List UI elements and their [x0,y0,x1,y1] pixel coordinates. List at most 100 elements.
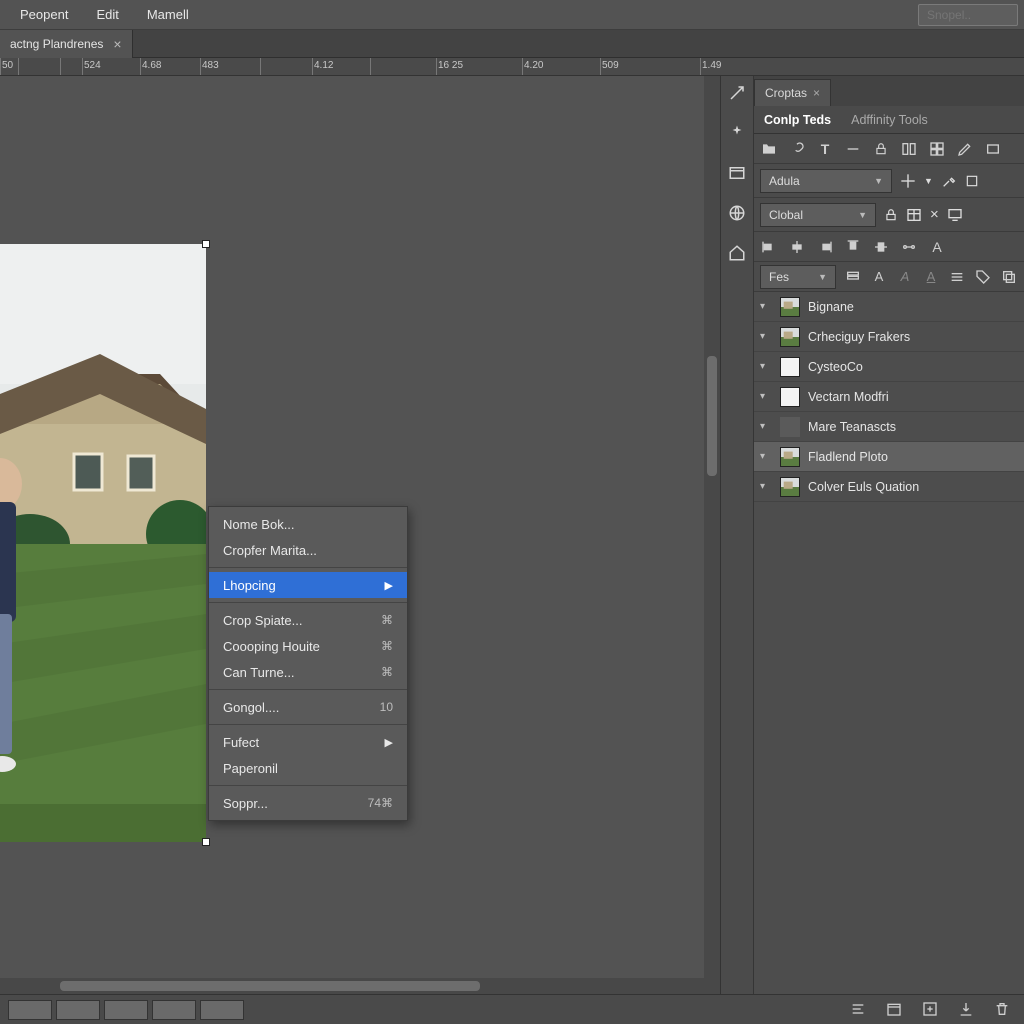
underline-a-icon[interactable]: A [922,268,940,286]
layer-row[interactable]: ▾CysteoCo [754,352,1024,382]
horizontal-scrollbar[interactable] [0,978,704,994]
align-icon[interactable] [850,1001,868,1019]
close-icon[interactable]: × [813,86,820,100]
layer-visibility-toggle[interactable]: ▾ [760,421,772,432]
subtab-2[interactable]: Adffinity Tools [841,106,938,133]
context-menu-item[interactable]: Paperonil [209,755,407,781]
status-thumb[interactable] [56,1000,100,1020]
text-a-icon[interactable]: A [870,268,888,286]
scrollbar-thumb[interactable] [60,981,480,991]
subtab-1[interactable]: Conlp Teds [754,106,841,133]
ruler-tick-label: 50 [2,60,13,71]
layer-row[interactable]: ▾Bignane [754,292,1024,322]
ruler-tick-label: 16 25 [438,60,463,71]
columns-icon[interactable] [900,140,918,158]
eyedropper-icon[interactable] [941,173,957,189]
status-actions [768,995,1024,1024]
align-right-icon[interactable] [816,238,834,256]
scrollbar-thumb[interactable] [707,356,717,476]
context-menu-item[interactable]: Crop Spiate...⌘ [209,607,407,633]
menu-item-1[interactable]: Edit [82,3,132,26]
crosshair-icon[interactable] [900,173,916,189]
ruler-tick [82,58,83,76]
panel-tab-primary[interactable]: Croptas × [754,79,831,106]
chevron-down-icon[interactable]: ▼ [924,176,933,186]
panel-tab-label: Croptas [765,86,807,100]
stack-icon[interactable] [844,268,862,286]
vertical-scrollbar[interactable] [704,76,720,994]
table-icon[interactable] [906,207,922,223]
layer-visibility-toggle[interactable]: ▾ [760,391,772,402]
close-icon[interactable]: × [113,37,121,51]
italic-a-icon[interactable]: A [896,268,914,286]
layer-visibility-toggle[interactable]: ▾ [760,301,772,312]
menu-item-2[interactable]: Mamell [133,3,203,26]
layer-visibility-toggle[interactable]: ▾ [760,361,772,372]
align-top-icon[interactable] [844,238,862,256]
download-icon[interactable] [958,1001,976,1019]
tag-icon[interactable] [974,268,992,286]
status-thumb[interactable] [152,1000,196,1020]
lock-icon[interactable] [884,208,898,222]
text-style-icon[interactable]: A [928,238,946,256]
plus-square-icon[interactable] [922,1001,940,1019]
context-menu-item[interactable]: Cropfer Marita... [209,537,407,563]
folder-icon[interactable] [760,140,778,158]
layer-visibility-toggle[interactable]: ▾ [760,331,772,342]
context-menu-item[interactable]: Gongol....10 [209,694,407,720]
scope-dropdown[interactable]: Clobal ▼ [760,203,876,227]
status-thumb[interactable] [104,1000,148,1020]
sparkle-icon[interactable] [726,122,748,144]
grid-icon[interactable] [928,140,946,158]
layer-visibility-toggle[interactable]: ▾ [760,481,772,492]
home-icon[interactable] [726,242,748,264]
minus-icon[interactable] [844,140,862,158]
context-menu-item-label: Paperonil [223,761,278,776]
status-thumb[interactable] [200,1000,244,1020]
window-icon[interactable] [726,162,748,184]
layer-row[interactable]: ▾Fladlend Ploto [754,442,1024,472]
copy-icon[interactable] [1000,268,1018,286]
calendar-icon[interactable] [886,1001,904,1019]
context-menu-item[interactable]: Lhopcing▶ [209,572,407,598]
globe-icon[interactable] [726,202,748,224]
ruler-tick-label: 524 [84,60,101,71]
distribute-icon[interactable] [900,238,918,256]
context-menu-item-label: Soppr... [223,796,268,811]
resize-handle-bottom-right[interactable] [202,838,210,846]
document-tab[interactable]: actng Plandrenes × [0,30,133,58]
layer-row[interactable]: ▾Vectarn Modfri [754,382,1024,412]
align-center-h-icon[interactable] [788,238,806,256]
resize-handle-top-right[interactable] [202,240,210,248]
status-thumb[interactable] [8,1000,52,1020]
context-menu-item[interactable]: Nome Bok... [209,511,407,537]
context-menu-item[interactable]: Coooping Houite⌘ [209,633,407,659]
monitor-icon[interactable] [947,207,963,223]
menubar: Peopent Edit Mamell [0,0,1024,30]
filter-dropdown[interactable]: Fes ▼ [760,265,836,289]
trash-icon[interactable] [994,1001,1012,1019]
layer-row[interactable]: ▾Colver Euls Quation [754,472,1024,502]
context-menu-item[interactable]: Fufect▶ [209,729,407,755]
mode-dropdown[interactable]: Adula ▼ [760,169,892,193]
selection-frame[interactable] [0,244,206,842]
text-icon[interactable]: T [816,140,834,158]
rect-icon[interactable] [984,140,1002,158]
layer-row[interactable]: ▾Crheciguy Frakers [754,322,1024,352]
lock-icon[interactable] [872,140,890,158]
menu-item-0[interactable]: Peopent [6,3,82,26]
link-icon[interactable] [788,140,806,158]
context-menu-item[interactable]: Soppr...74⌘ [209,790,407,816]
align-middle-icon[interactable] [872,238,890,256]
context-menu-item[interactable]: Can Turne...⌘ [209,659,407,685]
layer-row[interactable]: ▾Mare Teanascts [754,412,1024,442]
pencil-icon[interactable] [956,140,974,158]
wand-icon[interactable] [726,82,748,104]
align-left-icon[interactable] [760,238,778,256]
menubar-search-input[interactable] [918,4,1018,26]
canvas[interactable]: Nome Bok...Cropfer Marita... Lhopcing▶ Cro… [0,76,720,994]
close-icon[interactable]: × [930,206,939,223]
layer-visibility-toggle[interactable]: ▾ [760,451,772,462]
list-icon[interactable] [948,268,966,286]
square-icon[interactable] [965,174,979,188]
